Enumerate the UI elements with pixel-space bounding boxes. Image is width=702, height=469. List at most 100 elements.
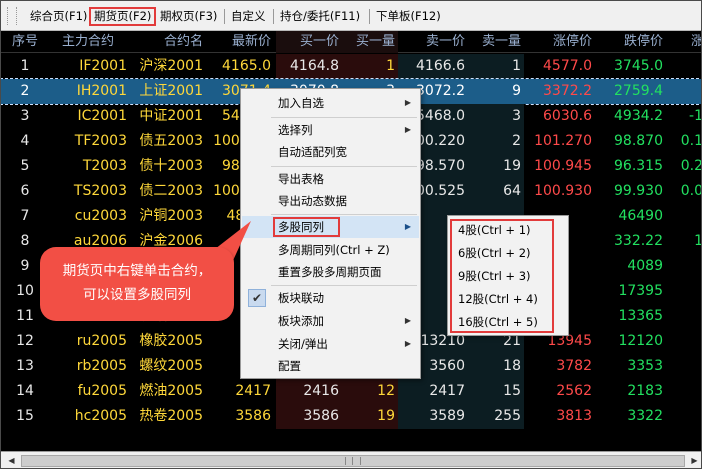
cell-limit-down: 332.22	[614, 233, 663, 249]
tab-positions-orders[interactable]: 持仓/委托(F11)	[277, 7, 363, 26]
tab-custom[interactable]: 自定义	[228, 7, 269, 26]
cell-name: 沪深2001	[139, 58, 203, 74]
cell-limit-up: 100.930	[534, 183, 592, 199]
cell-ask-volume: 64	[503, 183, 521, 199]
scrollbar-thumb[interactable]	[21, 455, 685, 467]
col-header-ask-volume[interactable]: 卖一量	[468, 31, 521, 53]
cell-bid: 4164.8	[290, 58, 339, 74]
col-header-bid[interactable]: 买一价	[276, 31, 339, 53]
cell-contract: hc2005	[74, 408, 127, 424]
menu-item-multi-period-columns[interactable]: 多周期同列(Ctrl + Z)	[242, 239, 419, 261]
menu-item-select-columns[interactable]: 选择列 ▶	[242, 119, 419, 141]
cell-limit-down: 3322	[627, 408, 663, 424]
scroll-left-icon[interactable]: ◀	[4, 454, 19, 468]
cell-contract: IC2001	[77, 108, 127, 124]
cell-ask-volume: 15	[503, 383, 521, 399]
menu-label: 配置	[278, 359, 301, 373]
menu-label: 选择列	[278, 123, 313, 137]
cell-index: 9	[20, 258, 30, 274]
cell-change: 0.2	[680, 158, 702, 174]
cell-name: 债十2003	[139, 158, 203, 174]
cell-index: 13	[16, 358, 34, 374]
menu-item-export-dynamic-data[interactable]: 导出动态数据	[242, 190, 419, 212]
cell-bid-volume: 1	[386, 58, 395, 74]
col-header-bid-volume[interactable]: 买一量	[341, 31, 395, 53]
menu-separator	[271, 166, 417, 167]
menu-item-export-table[interactable]: 导出表格	[242, 168, 419, 190]
col-header-limit-up[interactable]: 涨停价	[524, 31, 592, 53]
cell-limit-up: 6030.6	[543, 108, 592, 124]
cell-last: 3586	[235, 408, 271, 424]
cell-ask: 2417	[429, 383, 465, 399]
tab-separator	[273, 9, 274, 24]
col-header-index[interactable]: 序号	[5, 31, 45, 53]
col-header-ask[interactable]: 卖一价	[398, 31, 465, 53]
menu-item-settings[interactable]: 配置	[242, 355, 419, 377]
menu-label: 多周期同列(Ctrl + Z)	[278, 243, 390, 257]
cell-last: 2417	[235, 383, 271, 399]
cell-change	[673, 79, 701, 104]
tab-options[interactable]: 期权页(F3)	[157, 7, 220, 26]
submenu-item-6-stocks[interactable]: 6股(Ctrl + 2)	[458, 242, 531, 264]
menu-item-reset-multi-page[interactable]: 重置多股多周期页面	[242, 261, 419, 283]
context-menu: 加入自选 ▶ 选择列 ▶ 自动适配列宽 导出表格 导出动态数据 多股同列 ▶ 多周期同…	[240, 88, 421, 379]
cell-limit-up: 101.270	[534, 133, 592, 149]
col-header-name[interactable]: 合约名	[131, 31, 203, 53]
cell-index: 7	[20, 208, 30, 224]
cell-ask-volume: 255	[494, 408, 521, 424]
tab-futures[interactable]: 期货页(F2)	[89, 7, 157, 26]
cell-limit-down: 96.315	[614, 158, 663, 174]
cell-change	[673, 404, 701, 429]
table-row[interactable]: 15 hc2005 热卷2005 3586 3586 19 3589 255 3813 3322	[1, 404, 701, 429]
cell-index: 2	[20, 83, 30, 99]
menu-item-multi-stock-columns[interactable]: 多股同列 ▶	[242, 216, 419, 238]
tab-overview[interactable]: 综合页(F1)	[27, 7, 90, 26]
menu-item-auto-fit-columns[interactable]: 自动适配列宽	[242, 141, 419, 163]
cell-limit-up: 4577.0	[543, 58, 592, 74]
menu-label: 板块添加	[278, 314, 324, 328]
annotation-callout: 期货页中右键单击合约， 可以设置多股同列	[40, 247, 234, 321]
cell-limit-up: 2562	[556, 383, 592, 399]
cell-limit-down: 98.870	[614, 133, 663, 149]
cell-ask: 4166.6	[416, 58, 465, 74]
cell-change	[673, 304, 701, 329]
submenu-item-9-stocks[interactable]: 9股(Ctrl + 3)	[458, 265, 531, 287]
table-row[interactable]: 1 IF2001 沪深2001 4165.0 4164.8 1 4166.6 1 4577.0 3…	[1, 54, 701, 79]
table-row[interactable]: 14 fu2005 燃油2005 2417 2416 12 2417 15 2562 2183	[1, 379, 701, 404]
menu-separator	[271, 117, 417, 118]
menu-label: 板块联动	[278, 291, 324, 305]
menu-item-close-popout[interactable]: 关闭/弹出 ▶	[242, 333, 419, 355]
cell-bid-volume: 12	[377, 383, 395, 399]
cell-change: 0.0	[680, 183, 702, 199]
cell-limit-up: 3372.2	[543, 83, 592, 99]
cell-bid: 2416	[303, 383, 339, 399]
grip-icon	[345, 457, 361, 465]
cell-change: 0.1	[680, 133, 702, 149]
menu-item-add-watchlist[interactable]: 加入自选 ▶	[242, 92, 419, 114]
menu-item-sector-linkage[interactable]: ✔ 板块联动	[242, 287, 419, 309]
horizontal-scrollbar[interactable]: ◀ ▶	[1, 451, 701, 468]
submenu-arrow-icon: ▶	[404, 316, 411, 325]
col-header-last[interactable]: 最新价	[206, 31, 271, 53]
toolbar-grip[interactable]	[7, 7, 17, 25]
cell-change	[673, 254, 701, 279]
cell-change: -1	[689, 108, 702, 124]
cell-change	[673, 329, 701, 354]
cell-limit-down: 99.930	[614, 183, 663, 199]
submenu-item-4-stocks[interactable]: 4股(Ctrl + 1)	[458, 219, 531, 241]
col-header-limit-down[interactable]: 跌停价	[595, 31, 663, 53]
submenu-arrow-icon: ▶	[404, 222, 411, 231]
menu-item-add-sector[interactable]: 板块添加 ▶	[242, 310, 419, 332]
callout-line-2: 可以设置多股同列	[83, 287, 191, 303]
cell-limit-up: 100.945	[534, 158, 592, 174]
cell-name: 橡胶2005	[139, 333, 203, 349]
tab-order-panel[interactable]: 下单板(F12)	[373, 7, 444, 26]
menu-label: 导出表格	[278, 172, 324, 186]
cell-ask-volume: 1	[512, 58, 521, 74]
cell-contract: rb2005	[76, 358, 127, 374]
col-header-contract[interactable]: 主力合约	[49, 31, 127, 53]
submenu-item-12-stocks[interactable]: 12股(Ctrl + 4)	[458, 288, 538, 310]
submenu-item-16-stocks[interactable]: 16股(Ctrl + 5)	[458, 311, 538, 333]
col-header-change[interactable]: 涨	[691, 31, 701, 53]
scroll-right-icon[interactable]: ▶	[687, 454, 701, 468]
